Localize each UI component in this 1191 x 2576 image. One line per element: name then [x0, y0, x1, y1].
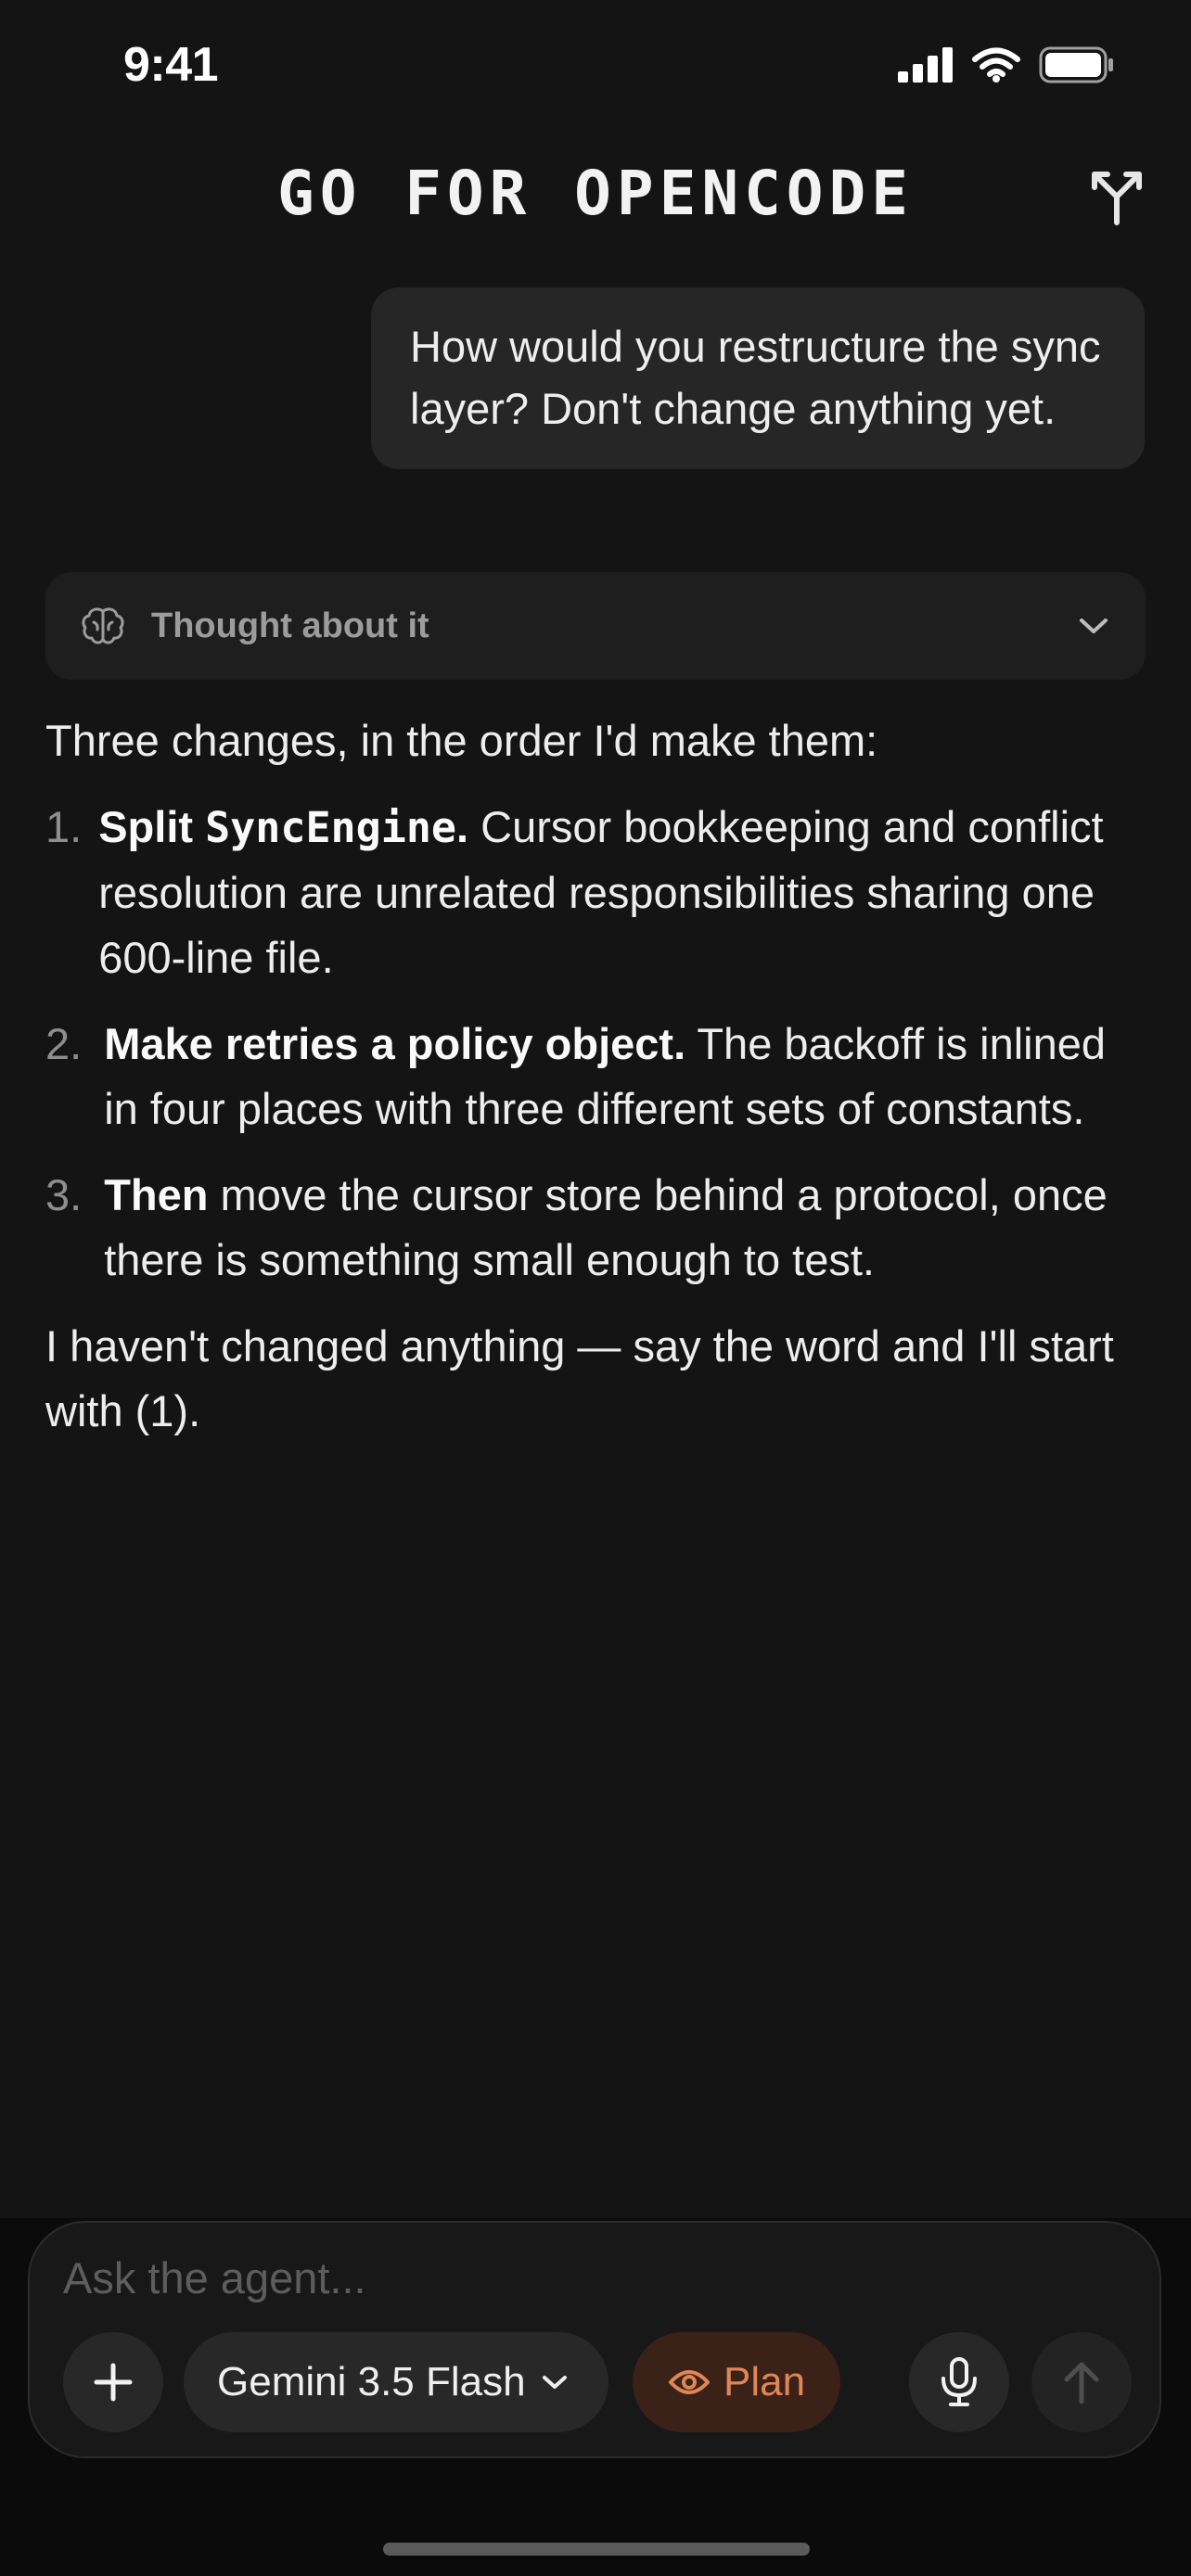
item-rest: move the cursor store behind a protocol,… — [104, 1170, 1108, 1284]
assistant-message: Three changes, in the order I'd make the… — [45, 708, 1149, 1444]
composer: Gemini 3.5 Flash Plan — [28, 2221, 1161, 2458]
brain-icon — [82, 607, 124, 644]
arrow-up-icon — [1064, 2362, 1099, 2404]
mode-label: Plan — [724, 2359, 806, 2404]
cellular-signal-icon — [898, 47, 953, 83]
add-button[interactable] — [63, 2332, 163, 2432]
list-number: 2. — [45, 1019, 83, 1068]
send-button[interactable] — [1031, 2332, 1132, 2432]
status-icons — [898, 46, 1115, 83]
model-selector[interactable]: Gemini 3.5 Flash — [184, 2332, 608, 2432]
status-time: 9:41 — [123, 38, 219, 92]
list-number: 1. — [45, 802, 83, 851]
list-item: 2. Make retries a policy object. The bac… — [45, 1012, 1149, 1141]
chevron-down-icon — [1080, 618, 1108, 633]
microphone-icon — [941, 2357, 977, 2406]
branch-icon — [1092, 172, 1142, 225]
answer-list: 1. Split SyncEngine. Cursor bookkeeping … — [45, 795, 1149, 1293]
eye-icon — [669, 2370, 710, 2394]
user-message-bubble: How would you restructure the sync layer… — [371, 287, 1145, 469]
answer-intro: Three changes, in the order I'd make the… — [45, 716, 878, 765]
status-bar: 9:41 — [0, 0, 1191, 139]
item-bold: Then — [104, 1170, 209, 1219]
list-item-text: Make retries a policy object. The backof… — [104, 1012, 1149, 1141]
item-bold: Split — [98, 802, 206, 851]
thought-disclosure[interactable]: Thought about it — [45, 572, 1146, 680]
header: GO FOR OPENCODE — [0, 139, 1191, 250]
user-message-text: How would you restructure the sync layer… — [410, 322, 1101, 433]
list-number: 3. — [45, 1170, 83, 1219]
home-indicator — [383, 2543, 810, 2556]
list-item: 3. Then move the cursor store behind a p… — [45, 1163, 1149, 1293]
message-input[interactable] — [63, 2245, 1083, 2310]
list-item: 1. Split SyncEngine. Cursor bookkeeping … — [45, 795, 1149, 990]
thought-label: Thought about it — [151, 606, 429, 645]
chevron-down-icon — [542, 2376, 567, 2389]
answer-outro: I haven't changed anything — say the wor… — [45, 1321, 1114, 1435]
list-item-text: Split SyncEngine. Cursor bookkeeping and… — [98, 795, 1149, 990]
app-title: GO FOR OPENCODE — [276, 158, 915, 229]
branch-button[interactable] — [1080, 159, 1154, 234]
item-bold-punct: . — [456, 802, 469, 851]
model-name: Gemini 3.5 Flash — [217, 2359, 526, 2404]
item-bold: Make retries a policy object. — [104, 1019, 686, 1068]
microphone-button[interactable] — [909, 2332, 1009, 2432]
plan-mode-toggle[interactable]: Plan — [633, 2332, 840, 2432]
plus-icon — [94, 2363, 133, 2402]
wifi-icon — [972, 47, 1020, 83]
list-item-text: Then move the cursor store behind a prot… — [104, 1163, 1149, 1293]
battery-icon — [1039, 46, 1113, 83]
inline-code: SyncEngine — [205, 803, 457, 852]
